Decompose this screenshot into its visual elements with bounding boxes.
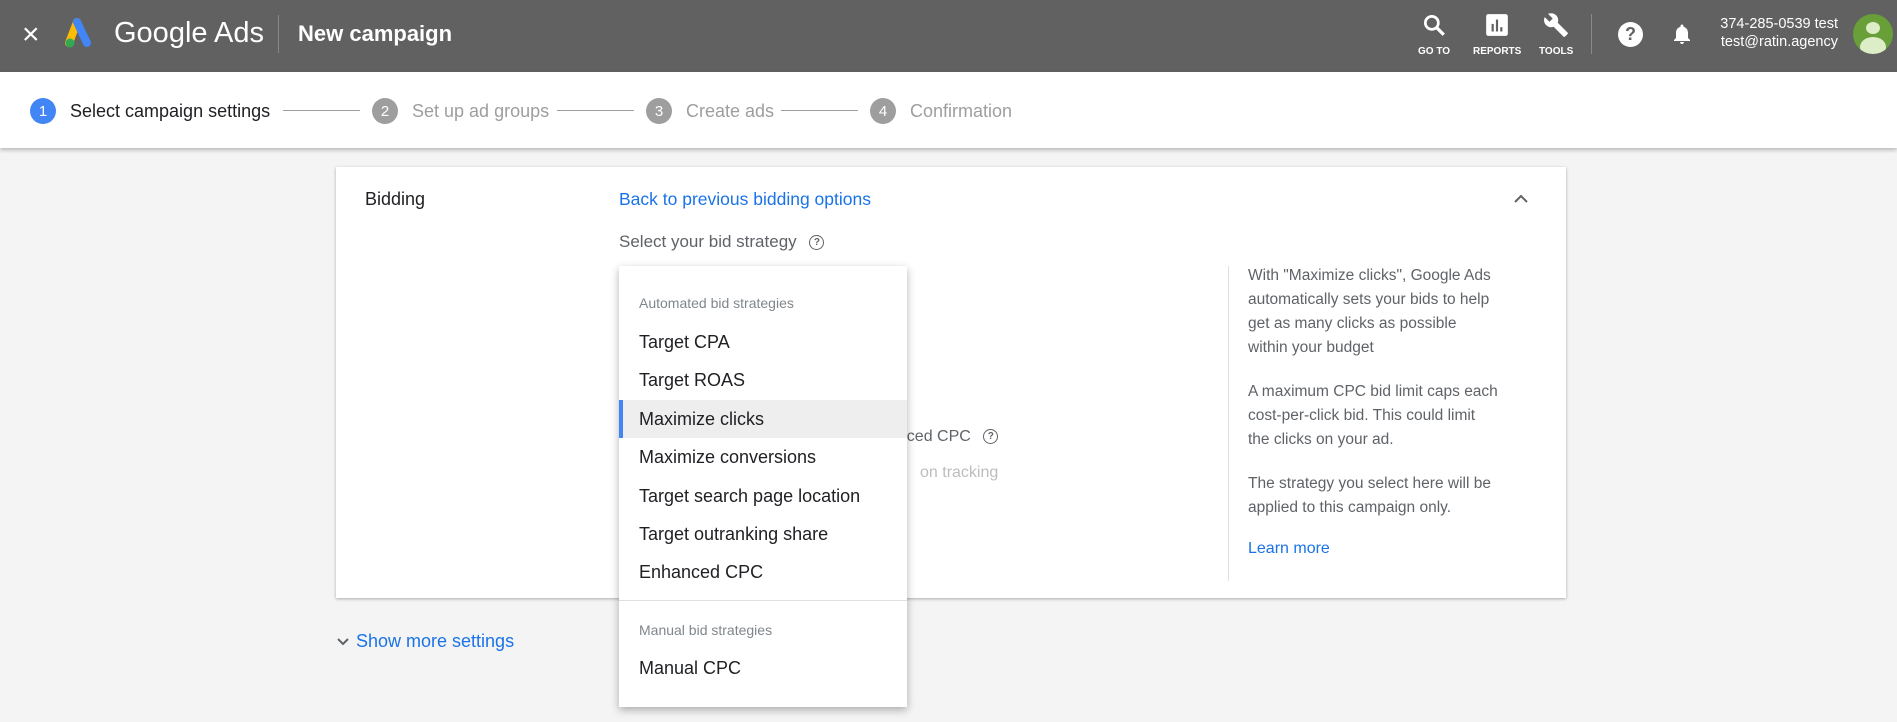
chevron-down-icon: [337, 637, 349, 645]
select-bid-strategy-text: Select your bid strategy: [619, 232, 797, 251]
step-set-up-ad-groups[interactable]: 2 Set up ad groups: [372, 98, 549, 124]
reports-icon: [1486, 14, 1509, 36]
help-circle-icon[interactable]: ?: [809, 235, 825, 251]
option-enhanced-cpc[interactable]: Enhanced CPC: [619, 553, 907, 591]
manual-strategies-header: Manual bid strategies: [639, 622, 773, 638]
show-more-settings-label: Show more settings: [356, 631, 515, 651]
show-more-settings-button[interactable]: Show more settings: [336, 631, 514, 652]
back-to-bidding-options-link[interactable]: Back to previous bidding options: [619, 189, 871, 210]
help-panel-divider: [1228, 266, 1229, 581]
account-id: 374-285-0539 test: [1720, 16, 1838, 32]
product-name: Google Ads: [114, 17, 264, 49]
avatar[interactable]: [1853, 14, 1893, 54]
learn-more-link[interactable]: Learn more: [1248, 540, 1498, 558]
step-label: Create ads: [686, 100, 775, 121]
option-maximize-conversions[interactable]: Maximize conversions: [619, 438, 907, 476]
step-connector: [781, 110, 858, 111]
step-select-campaign-settings[interactable]: 1 Select campaign settings: [30, 98, 270, 124]
bidding-card: Bidding Back to previous bidding options…: [336, 167, 1566, 598]
bid-strategy-help-panel: With "Maximize clicks", Google Ads autom…: [1248, 264, 1498, 558]
help-circle-icon[interactable]: ?: [983, 429, 999, 445]
step-connector: [557, 110, 634, 111]
step-number: 1: [30, 98, 56, 124]
wrench-icon: [1544, 13, 1569, 37]
option-target-outranking-share[interactable]: Target outranking share: [619, 515, 907, 553]
option-maximize-clicks[interactable]: Maximize clicks: [619, 400, 907, 438]
close-icon[interactable]: ×: [22, 20, 46, 50]
step-label: Select campaign settings: [70, 100, 271, 121]
google-ads-logo-icon: [65, 18, 91, 48]
tools-button[interactable]: TOOLS: [1539, 12, 1573, 57]
select-bid-strategy-label: Select your bid strategy ?: [619, 232, 825, 252]
option-target-cpa[interactable]: Target CPA: [619, 323, 907, 361]
automated-strategies-header: Automated bid strategies: [639, 295, 794, 311]
tools-label: TOOLS: [1539, 46, 1574, 57]
step-number: 4: [870, 98, 896, 124]
step-confirmation[interactable]: 4 Confirmation: [870, 98, 1012, 124]
notifications-bell-icon[interactable]: [1670, 21, 1694, 47]
toolbar-divider: [1591, 14, 1592, 54]
step-label: Confirmation: [910, 100, 1013, 121]
step-number: 3: [646, 98, 672, 124]
help-text-1: With "Maximize clicks", Google Ads autom…: [1248, 267, 1491, 356]
option-target-search-page-location[interactable]: Target search page location: [619, 477, 907, 515]
go-to-label: GO TO: [1418, 46, 1451, 57]
option-target-roas[interactable]: Target ROAS: [619, 361, 907, 399]
help-icon[interactable]: ?: [1618, 22, 1643, 47]
help-text-3: The strategy you select here will be app…: [1248, 475, 1491, 516]
step-connector: [283, 110, 360, 111]
search-icon: [1423, 14, 1445, 36]
bidding-section-label: Bidding: [365, 189, 426, 209]
campaign-stepper: 1 Select campaign settings 2 Set up ad gro…: [0, 72, 1897, 148]
bid-strategy-dropdown: Automated bid strategies Target CPA Targ…: [619, 266, 907, 707]
option-manual-cpc[interactable]: Manual CPC: [619, 649, 907, 687]
collapse-chevron-up-icon[interactable]: [1513, 193, 1529, 205]
help-text-2: A maximum CPC bid limit caps each cost-p…: [1248, 383, 1498, 448]
account-info[interactable]: 374-285-0539 test test@ratin.agency: [1720, 15, 1838, 51]
top-bar: × Google Ads New campaign GO TO REPORTS …: [0, 0, 1897, 72]
header-divider: [278, 15, 279, 53]
reports-label: REPORTS: [1473, 46, 1522, 57]
reports-button[interactable]: REPORTS: [1473, 12, 1521, 57]
go-to-button[interactable]: GO TO: [1418, 12, 1450, 57]
conversion-tracking-text: on tracking: [920, 464, 999, 481]
account-email: test@ratin.agency: [1720, 34, 1838, 50]
step-number: 2: [372, 98, 398, 124]
dropdown-divider: [619, 600, 907, 601]
step-label: Set up ad groups: [412, 100, 550, 121]
step-create-ads[interactable]: 3 Create ads: [646, 98, 774, 124]
page-title: New campaign: [298, 21, 453, 46]
